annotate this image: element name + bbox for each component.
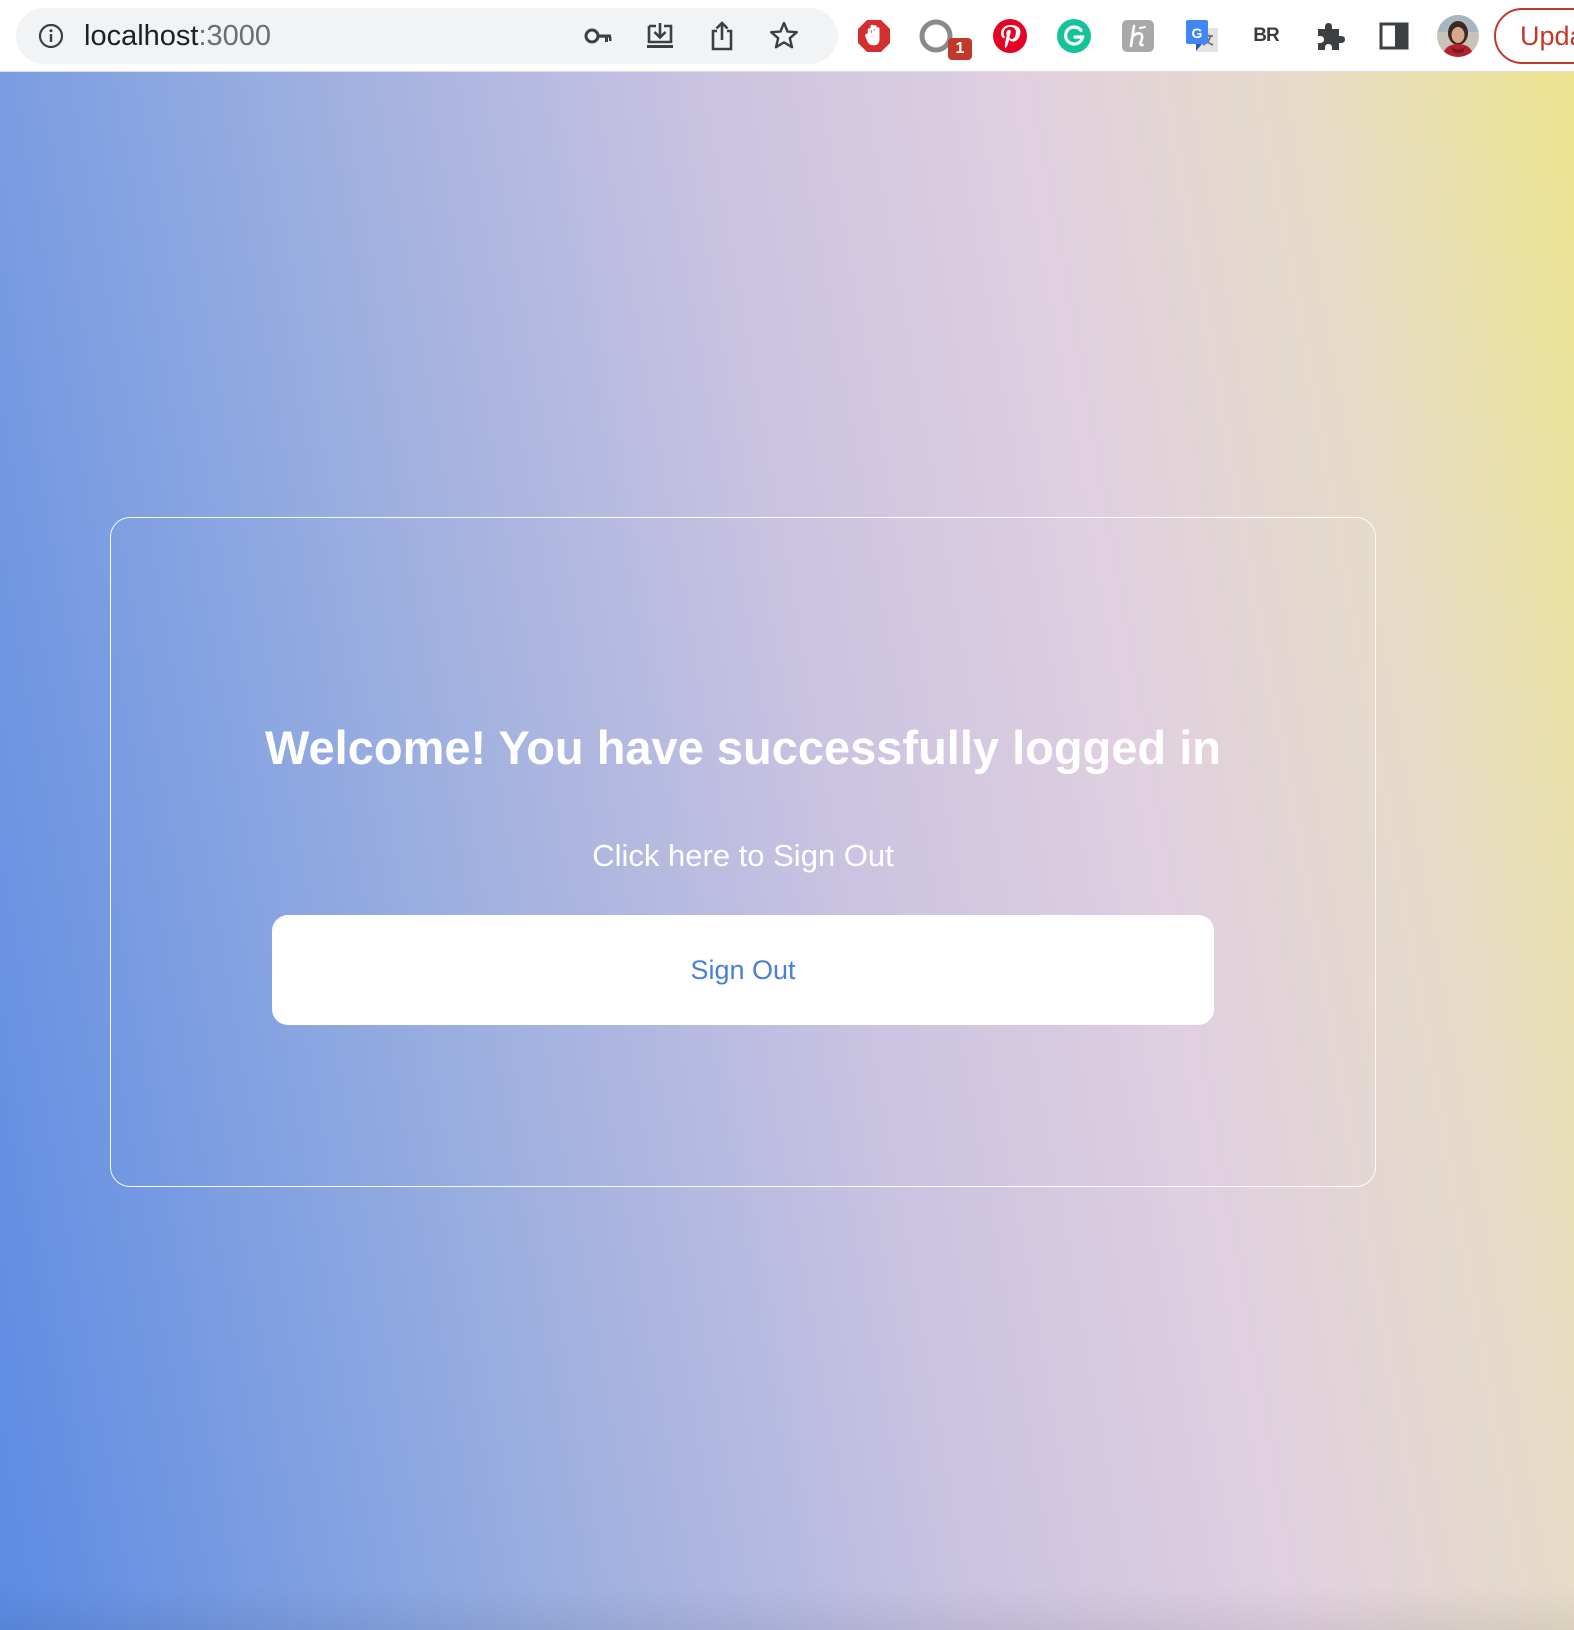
br-extension-icon[interactable]: BR [1246, 16, 1286, 56]
update-button[interactable]: Upda [1494, 8, 1574, 64]
install-app-icon[interactable] [644, 20, 676, 52]
br-extension-label: BR [1253, 25, 1279, 46]
share-icon[interactable] [706, 20, 738, 52]
info-icon[interactable] [38, 23, 64, 49]
bookmark-star-icon[interactable] [768, 20, 800, 52]
pinterest-icon[interactable] [990, 16, 1030, 56]
circle-extension-icon[interactable]: 1 [916, 16, 972, 60]
browser-toolbar: localhost:3000 1 G BR Upd [0, 0, 1574, 72]
page-background: Welcome! You have successfully logged in… [0, 72, 1574, 1630]
welcome-card: Welcome! You have successfully logged in… [110, 517, 1376, 1187]
extension-badge: 1 [948, 38, 972, 60]
adblock-icon[interactable] [854, 16, 894, 56]
extensions-puzzle-icon[interactable] [1310, 16, 1350, 56]
profile-avatar[interactable] [1436, 14, 1480, 58]
sign-out-button[interactable]: Sign Out [272, 915, 1214, 1025]
h-extension-icon[interactable] [1118, 16, 1158, 56]
key-icon[interactable] [582, 20, 614, 52]
google-translate-icon[interactable]: G [1182, 16, 1222, 56]
svg-text:G: G [1192, 25, 1203, 41]
sign-out-prompt: Click here to Sign Out [592, 838, 894, 873]
update-button-label: Upda [1520, 21, 1574, 51]
side-panel-icon[interactable] [1374, 16, 1414, 56]
url-host: localhost [84, 20, 199, 52]
welcome-heading: Welcome! You have successfully logged in [265, 721, 1221, 774]
address-bar[interactable]: localhost:3000 [16, 8, 838, 64]
url-port: :3000 [198, 20, 272, 52]
bottom-shade [0, 1586, 1574, 1630]
grammarly-icon[interactable] [1054, 16, 1094, 56]
url-text[interactable]: localhost:3000 [84, 8, 271, 64]
